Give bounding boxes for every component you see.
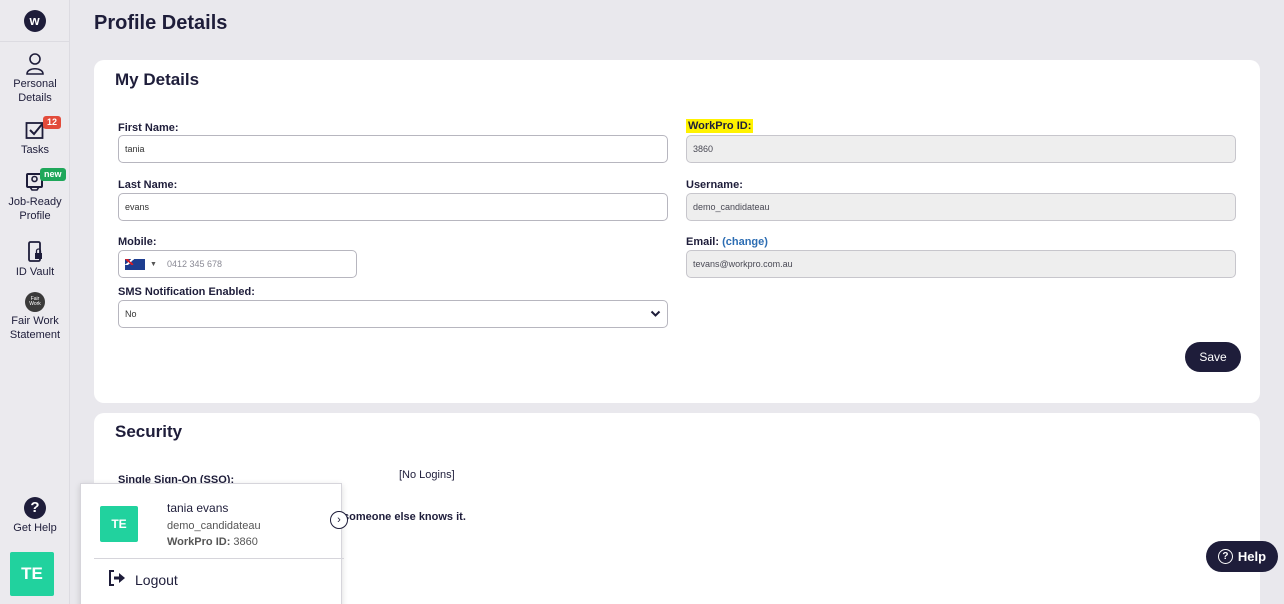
- sidebar-item-label: ID Vault: [15, 266, 55, 278]
- user-popup: TE tania evans demo_candidateau WorkPro …: [80, 483, 344, 604]
- workpro-id-label: WorkPro ID:: [686, 119, 754, 133]
- get-help-button[interactable]: ? Get Help: [0, 497, 70, 536]
- logo-area: w: [0, 0, 69, 42]
- popup-avatar: TE: [100, 506, 138, 542]
- workpro-logo-icon[interactable]: w: [23, 9, 46, 32]
- username-field: demo_candidateau: [686, 193, 1236, 221]
- sidebar-item-label: Fair Work Statement: [9, 315, 61, 341]
- sidebar-item-label: Personal Details: [13, 78, 57, 104]
- australia-flag-icon[interactable]: [125, 258, 145, 270]
- workpro-id-label-highlight: WorkPro ID:: [686, 119, 754, 133]
- username-value: demo_candidateau: [693, 202, 770, 212]
- logout-label: Logout: [135, 571, 178, 588]
- popup-user-name: tania evans: [167, 501, 229, 515]
- popup-workpro-id-label: WorkPro ID:: [167, 536, 231, 548]
- security-partial-text: someone else knows it.: [343, 511, 466, 523]
- sidebar: w Personal Details 12 Tasks new Job-Read…: [0, 0, 70, 604]
- mobile-placeholder: 0412 345 678: [166, 259, 222, 269]
- last-name-value: evans: [125, 202, 150, 212]
- new-badge: new: [40, 168, 66, 182]
- username-label: Username:: [686, 179, 743, 191]
- first-name-label: First Name:: [118, 122, 179, 134]
- sms-notification-select[interactable]: No: [118, 300, 668, 328]
- sms-notification-label: SMS Notification Enabled:: [118, 286, 255, 298]
- tasks-count-badge: 12: [43, 116, 62, 130]
- workpro-id-value: 3860: [693, 144, 714, 154]
- page-title: Profile Details: [94, 12, 228, 34]
- last-name-label: Last Name:: [118, 179, 178, 191]
- first-name-input[interactable]: tania: [118, 135, 668, 163]
- sidebar-item-id-vault[interactable]: ID Vault: [0, 238, 70, 280]
- popup-username: demo_candidateau: [167, 520, 261, 532]
- person-icon: [0, 50, 70, 78]
- sidebar-item-tasks[interactable]: 12 Tasks: [0, 116, 70, 158]
- sidebar-item-label: Tasks: [20, 144, 50, 156]
- get-help-label: Get Help: [13, 522, 57, 534]
- change-email-link[interactable]: (change): [722, 236, 768, 248]
- email-label-text: Email:: [686, 236, 720, 248]
- sidebar-item-personal-details[interactable]: Personal Details: [0, 50, 70, 106]
- tasks-icon: 12: [0, 116, 70, 144]
- question-icon: ?: [24, 497, 46, 519]
- my-details-title: My Details: [115, 70, 200, 89]
- email-field: tevans@workpro.com.au: [686, 250, 1236, 278]
- last-name-input[interactable]: evans: [118, 193, 668, 221]
- sidebar-item-job-ready-profile[interactable]: new Job-Ready Profile: [0, 168, 70, 224]
- fair-work-icon: Fair Work: [0, 289, 70, 315]
- save-button[interactable]: Save: [1185, 342, 1241, 372]
- security-title: Security: [115, 422, 183, 441]
- mobile-label: Mobile:: [118, 236, 157, 248]
- workpro-id-field: 3860: [686, 135, 1236, 163]
- sso-value: [No Logins]: [399, 469, 455, 481]
- popup-workpro-id: WorkPro ID: 3860: [167, 536, 258, 548]
- user-avatar-button[interactable]: TE: [10, 552, 54, 596]
- sidebar-item-fair-work-statement[interactable]: Fair Work Fair Work Statement: [0, 289, 70, 343]
- email-value: tevans@workpro.com.au: [693, 259, 793, 269]
- id-vault-icon: [0, 238, 70, 266]
- help-button-label: Help: [1237, 549, 1267, 564]
- logout-button[interactable]: Logout: [108, 570, 178, 589]
- chevron-down-icon: [650, 308, 661, 322]
- sidebar-item-label: Job-Ready Profile: [8, 196, 62, 222]
- job-ready-icon: new: [0, 168, 70, 196]
- country-dropdown-icon[interactable]: ▼: [150, 261, 157, 268]
- my-details-card: My Details: [94, 60, 1260, 403]
- sms-selected-value: No: [125, 309, 137, 319]
- first-name-value: tania: [125, 144, 145, 154]
- logout-icon: [108, 570, 126, 589]
- popup-workpro-id-value: 3860: [233, 536, 258, 548]
- help-button[interactable]: ? Help: [1206, 541, 1278, 572]
- email-label: Email: (change): [686, 236, 768, 248]
- chevron-right-icon[interactable]: ›: [330, 511, 348, 529]
- popup-divider: [94, 558, 344, 559]
- mobile-input[interactable]: ▼ 0412 345 678: [118, 250, 357, 278]
- question-circle-icon: ?: [1217, 549, 1233, 564]
